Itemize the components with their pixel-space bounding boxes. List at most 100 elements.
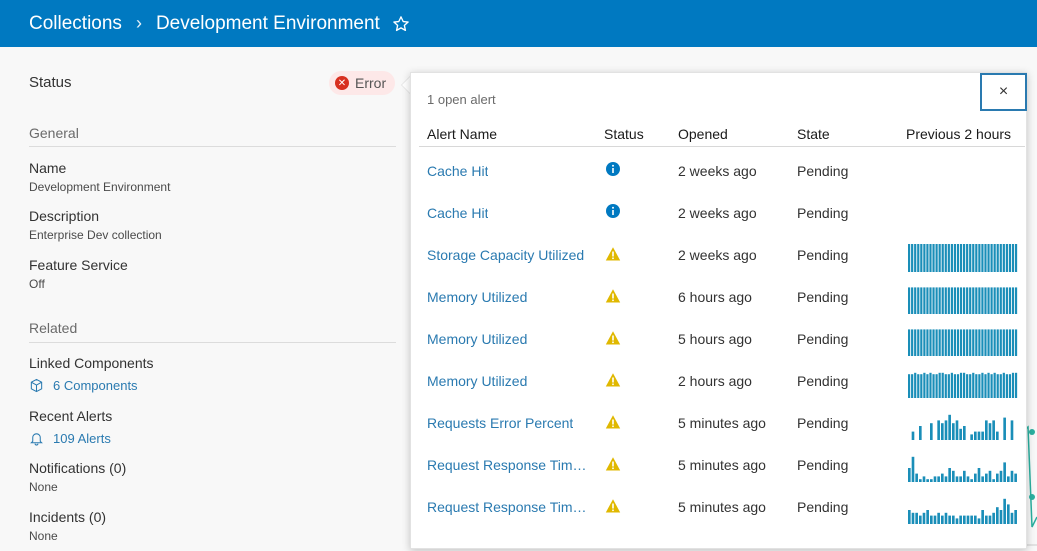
sparkline-bar — [1002, 244, 1005, 272]
alert-name-link[interactable]: Cache Hit — [427, 163, 488, 179]
sparkline-bar — [972, 329, 975, 356]
sparkline-bar — [929, 244, 932, 272]
sparkline-bar — [948, 468, 951, 482]
alert-name-link[interactable]: Request Response Tim… — [427, 499, 587, 515]
status-badge-text: Error — [355, 75, 387, 91]
sparkline-bar — [932, 287, 935, 314]
sparkline-bar — [970, 479, 973, 482]
alert-name-link[interactable]: Memory Utilized — [427, 373, 527, 389]
sparkline-bar — [930, 515, 933, 524]
sparkline-bar — [972, 244, 975, 272]
sparkline-bar — [966, 329, 969, 356]
alert-state: Pending — [797, 373, 849, 389]
table-row[interactable]: Cache Hit 2 weeks ago Pending — [411, 192, 1028, 234]
sparkline-bar — [1011, 244, 1015, 272]
sparkline-bar — [1003, 462, 1006, 482]
table-row[interactable]: Request Response Tim… 5 minutes ago Pendin… — [411, 444, 1028, 486]
sparkline-bar — [970, 434, 973, 440]
alert-state: Pending — [797, 163, 849, 179]
sparkline-bar — [959, 329, 963, 356]
sparkline-bar — [926, 510, 929, 524]
alert-name-link[interactable]: Request Response Tim… — [427, 457, 587, 473]
breadcrumb-collections[interactable]: Collections — [29, 13, 122, 35]
info-icon — [606, 204, 620, 218]
linked-components-link[interactable]: 6 Components — [29, 378, 138, 393]
sparkline-bar — [911, 329, 914, 356]
alert-state: Pending — [797, 499, 849, 515]
sparkline — [908, 329, 1018, 356]
sparkline-bar — [996, 244, 999, 272]
table-row[interactable]: Memory Utilized 6 hours ago Pending — [411, 276, 1028, 318]
sparkline-bar — [1002, 372, 1005, 398]
column-header-alert-name[interactable]: Alert Name — [427, 126, 497, 142]
sparkline-bar — [930, 479, 933, 482]
alert-name-link[interactable]: Requests Error Percent — [427, 415, 573, 431]
sparkline-bar — [974, 431, 977, 440]
alert-name-link[interactable]: Memory Utilized — [427, 331, 527, 347]
details-panel: Status ✕ Error General Name Development … — [0, 47, 410, 551]
sparkline-bar — [920, 244, 923, 272]
related-heading: Related — [29, 320, 78, 336]
sparkline-bar — [1007, 504, 1010, 524]
sparkline-bar — [914, 372, 917, 398]
sparkline-bar — [969, 374, 972, 398]
sparkline-bar — [978, 287, 981, 314]
alert-name-link[interactable]: Memory Utilized — [427, 289, 527, 305]
column-header-status[interactable]: Status — [604, 126, 644, 142]
name-label: Name — [29, 160, 67, 176]
sparkline-bar — [917, 374, 920, 398]
table-row[interactable]: Request Response Tim… 5 minutes ago Pendin… — [411, 486, 1028, 528]
sparkline-bar — [938, 287, 941, 314]
warning-icon — [605, 247, 621, 261]
sparkline-bar — [981, 372, 984, 398]
table-row[interactable]: Cache Hit 2 weeks ago Pending — [411, 150, 1028, 192]
sparkline-bar — [953, 244, 957, 272]
column-header-state[interactable]: State — [797, 126, 830, 142]
recent-alerts-link[interactable]: 109 Alerts — [29, 431, 111, 446]
sparkline-bar — [990, 374, 993, 398]
star-outline-icon[interactable] — [392, 15, 410, 33]
sparkline-bar — [941, 372, 944, 398]
table-row[interactable]: Memory Utilized 5 hours ago Pending — [411, 318, 1028, 360]
sparkline-bar — [1014, 287, 1018, 314]
sparkline-bar — [996, 473, 999, 482]
sparkline-bar — [988, 470, 992, 482]
sparkline-bar — [917, 329, 920, 356]
sparkline-bar — [1008, 244, 1012, 272]
sparkline-bar — [969, 287, 972, 314]
sparkline-bar — [1007, 476, 1010, 482]
sparkline-bar — [941, 515, 944, 524]
sparkline-bar — [944, 244, 947, 272]
sparkline-bar — [993, 372, 996, 398]
close-button[interactable]: × — [980, 73, 1027, 111]
sparkline-bar — [947, 244, 950, 272]
sparkline-bar — [917, 244, 920, 272]
sparkline-bar — [911, 512, 915, 524]
sparkline-bar — [999, 329, 1002, 356]
sparkline-bar — [959, 287, 963, 314]
sparkline-bar — [990, 244, 993, 272]
sparkline-bar — [941, 244, 944, 272]
table-row[interactable]: Requests Error Percent 5 minutes ago Pendi… — [411, 402, 1028, 444]
sparkline-bar — [911, 431, 915, 440]
sparkline-bar — [1005, 374, 1008, 398]
sparkline-bar — [996, 329, 999, 356]
status-badge[interactable]: ✕ Error — [329, 71, 396, 95]
sparkline-bar — [975, 244, 978, 272]
table-row[interactable]: Storage Capacity Utilized 2 weeks ago Pend… — [411, 234, 1028, 276]
table-row[interactable]: Memory Utilized 2 hours ago Pending — [411, 360, 1028, 402]
sparkline-bar — [919, 515, 922, 524]
sparkline — [908, 158, 1018, 188]
sparkline-bar — [1002, 329, 1005, 356]
sparkline — [908, 244, 1018, 272]
warning-icon — [605, 373, 621, 387]
alert-opened: 5 minutes ago — [678, 457, 766, 473]
alert-name-link[interactable]: Cache Hit — [427, 205, 488, 221]
column-header-opened[interactable]: Opened — [678, 126, 728, 142]
sparkline-bar — [1011, 372, 1015, 398]
sparkline-bar — [963, 372, 966, 398]
sparkline-bar — [938, 244, 941, 272]
sparkline-bar — [938, 372, 941, 398]
alert-name-link[interactable]: Storage Capacity Utilized — [427, 247, 584, 263]
sparkline-bar — [922, 476, 926, 482]
